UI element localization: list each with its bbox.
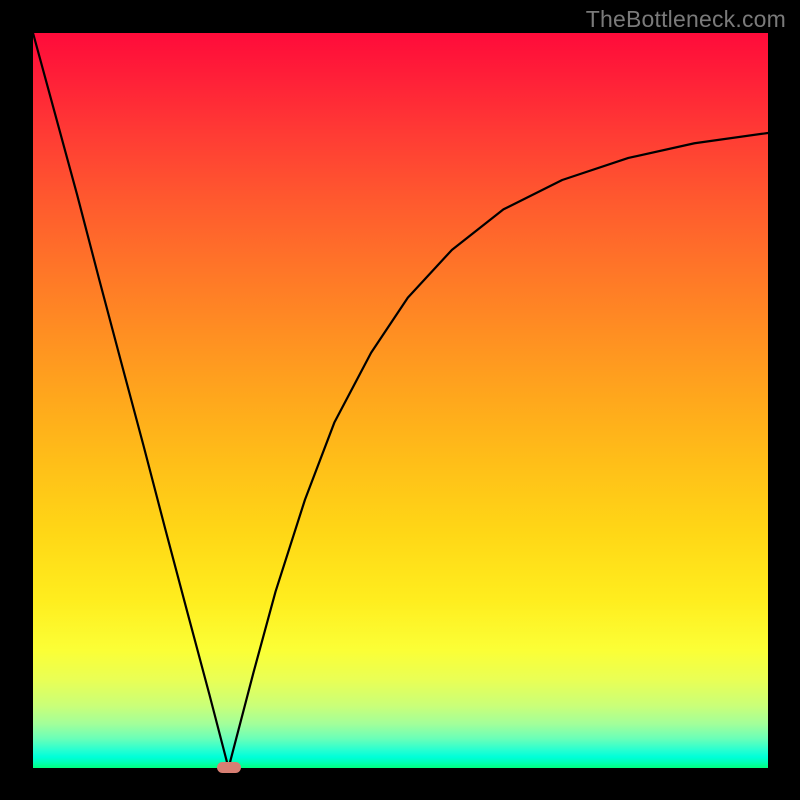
minimum-marker (217, 762, 241, 773)
curve-layer (33, 33, 768, 768)
plot-area (33, 33, 768, 768)
bottleneck-curve (33, 33, 768, 768)
watermark-text: TheBottleneck.com (586, 6, 786, 33)
chart-frame: TheBottleneck.com (0, 0, 800, 800)
